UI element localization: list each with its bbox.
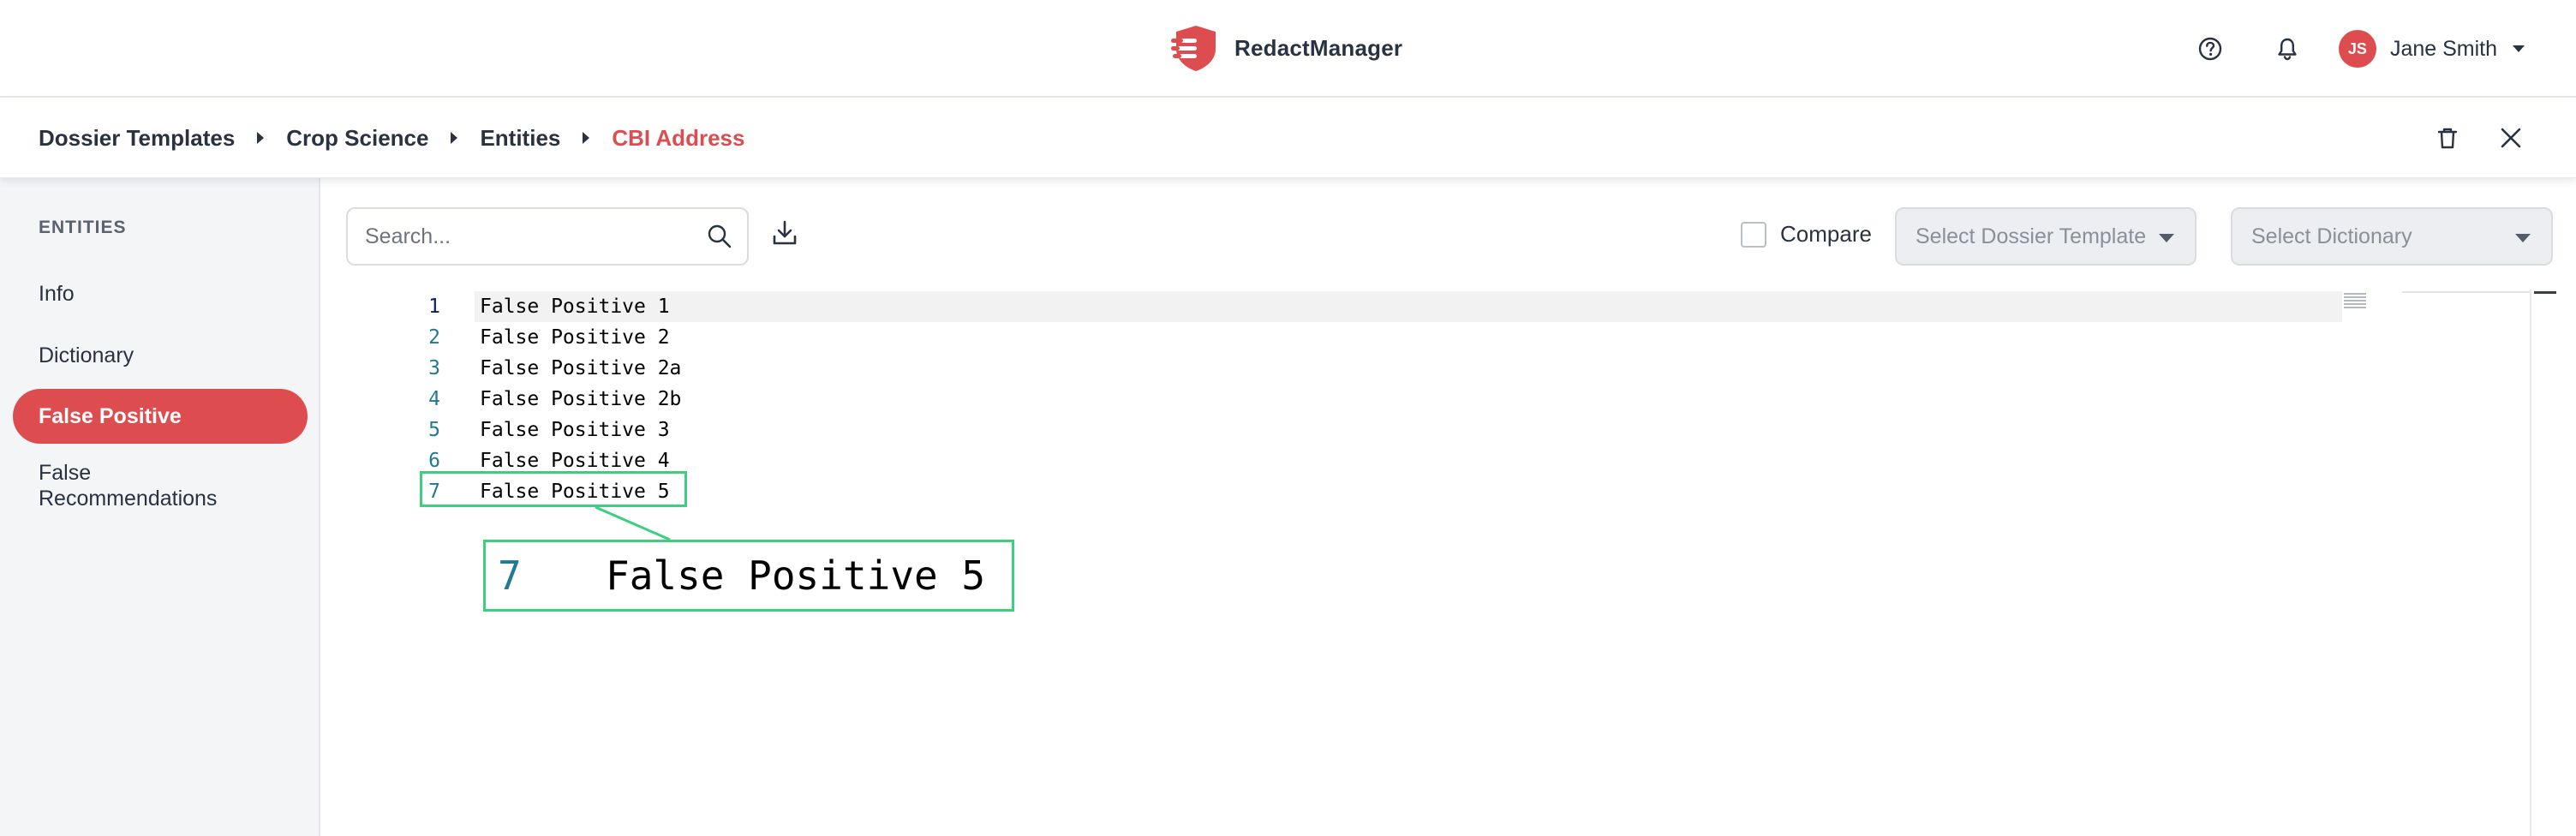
breadcrumb-cbi-address[interactable]: CBI Address [612, 125, 744, 152]
code-line: 4 False Positive 2b [346, 384, 681, 415]
minimap-icon[interactable] [2342, 291, 2370, 310]
bell-icon [2278, 38, 2297, 61]
breadcrumb-dossier-templates[interactable]: Dossier Templates [39, 125, 235, 152]
line-text: False Positive 2 [480, 326, 670, 349]
trash-icon [2437, 128, 2458, 149]
scrollbar-track [2402, 291, 2531, 293]
code-line: 5 False Positive 3 [346, 415, 669, 445]
breadcrumb-arrow-icon [583, 132, 590, 144]
line-text: False Positive 1 [480, 296, 670, 318]
search-field [346, 207, 749, 266]
header-actions: JS Jane Smith [2186, 24, 2525, 74]
scrollbar-marker [2534, 291, 2556, 294]
breadcrumb-actions [2424, 114, 2535, 162]
line-number: 7 [428, 481, 440, 503]
avatar: JS [2338, 30, 2376, 68]
top-bar: RedactManager JS Jane Smith [0, 0, 2576, 98]
code-line: 2 False Positive 2 [346, 322, 669, 353]
breadcrumb-arrow-icon [451, 132, 458, 144]
line-number: 5 [428, 419, 440, 441]
code-line: 7 False Positive 5 [346, 476, 669, 507]
editor-border [2530, 290, 2531, 836]
line-number: 6 [428, 450, 440, 472]
sidebar-item-dictionary[interactable]: Dictionary [13, 329, 308, 382]
dossier-template-select[interactable]: Select Dossier Template [1895, 207, 2196, 266]
dictionary-placeholder: Select Dictionary [2251, 224, 2412, 248]
callout-line-number: 7 [498, 552, 522, 599]
compare-toggle[interactable]: Compare [1741, 221, 1872, 248]
sidebar-item-false-positive[interactable]: False Positive [13, 389, 308, 444]
user-name: Jane Smith [2389, 36, 2497, 61]
line-text: False Positive 5 [480, 481, 670, 503]
compare-label: Compare [1780, 221, 1872, 247]
app-logo[interactable]: RedactManager [1171, 22, 1402, 74]
notifications-button[interactable] [2263, 25, 2311, 73]
code-line: 6 False Positive 4 [346, 445, 669, 476]
line-number: 1 [428, 296, 440, 318]
sidebar: ENTITIES Info Dictionary False Positive … [0, 178, 320, 836]
breadcrumb-crop-science[interactable]: Crop Science [286, 125, 428, 152]
close-button[interactable] [2487, 114, 2535, 162]
breadcrumb-bar: Dossier Templates Crop Science Entities … [0, 98, 2576, 178]
breadcrumb: Dossier Templates Crop Science Entities … [39, 98, 744, 178]
line-text: False Positive 2a [480, 357, 682, 379]
dropdown-arrow-icon [2515, 234, 2531, 242]
download-button[interactable] [769, 218, 800, 253]
line-number: 3 [428, 357, 440, 379]
current-line-highlight [475, 291, 2342, 322]
line-text: False Positive 3 [480, 419, 670, 441]
line-number: 4 [428, 388, 440, 410]
callout-line-text: False Positive 5 [606, 552, 986, 599]
close-icon [2501, 128, 2521, 148]
download-icon [773, 220, 797, 245]
breadcrumb-arrow-icon [257, 132, 265, 144]
user-menu[interactable]: JS Jane Smith [2338, 30, 2525, 68]
search-input[interactable] [363, 219, 689, 254]
breadcrumb-entities[interactable]: Entities [480, 125, 560, 152]
app-name: RedactManager [1234, 34, 1403, 61]
code-line: 3 False Positive 2a [346, 353, 681, 384]
redact-manager-logo-icon [1171, 26, 1216, 71]
sidebar-item-label: False Recommendations [39, 461, 218, 511]
dictionary-select[interactable]: Select Dictionary [2231, 207, 2553, 266]
sidebar-item-label: Dictionary [39, 343, 134, 367]
chevron-down-icon [2513, 45, 2525, 52]
dropdown-arrow-icon [2159, 234, 2174, 242]
zoom-callout: 7 False Positive 5 [483, 540, 1014, 612]
help-button[interactable] [2186, 25, 2234, 73]
code-line: 1 False Positive 1 [346, 291, 669, 322]
line-number: 2 [428, 326, 440, 349]
dossier-template-placeholder: Select Dossier Template [1916, 224, 2147, 248]
sidebar-item-info[interactable]: Info [13, 267, 308, 320]
delete-button[interactable] [2424, 114, 2471, 162]
search-icon[interactable] [706, 223, 733, 250]
sidebar-heading: ENTITIES [39, 218, 127, 237]
sidebar-item-label: False Positive [39, 403, 182, 428]
line-text: False Positive 4 [480, 450, 670, 472]
line-text: False Positive 2b [480, 388, 682, 410]
sidebar-item-label: Info [39, 281, 75, 306]
sidebar-item-false-recommendations[interactable]: False Recommendations [13, 452, 308, 519]
compare-checkbox[interactable] [1741, 221, 1766, 248]
help-icon [2198, 37, 2222, 61]
